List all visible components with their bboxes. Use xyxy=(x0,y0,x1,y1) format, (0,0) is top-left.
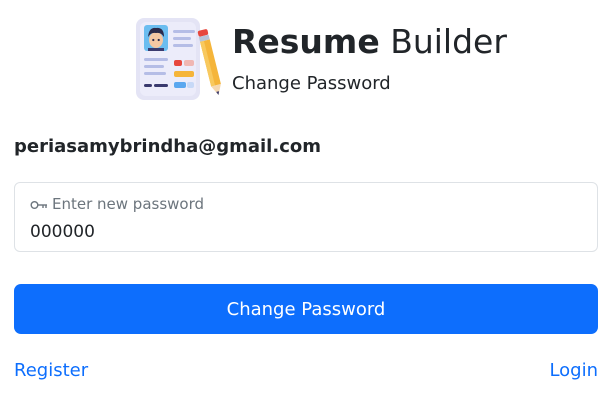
change-password-page: Resume Builder Change Password periasamy… xyxy=(0,0,614,420)
app-title: Resume Builder xyxy=(232,22,507,62)
title-block: Resume Builder Change Password xyxy=(232,22,507,96)
account-email: periasamybrindha@gmail.com xyxy=(14,136,321,157)
login-link[interactable]: Login xyxy=(549,360,598,381)
new-password-label-text: Enter new password xyxy=(52,195,205,213)
register-link[interactable]: Register xyxy=(14,360,88,381)
new-password-label: Enter new password xyxy=(30,195,204,213)
resume-document-pencil-icon xyxy=(136,18,221,100)
new-password-field[interactable]: Enter new password xyxy=(14,182,598,252)
app-title-rest: Builder xyxy=(390,22,507,61)
app-header: Resume Builder Change Password xyxy=(135,14,507,104)
new-password-input[interactable] xyxy=(29,219,580,245)
change-password-button[interactable]: Change Password xyxy=(14,284,598,334)
page-subtitle: Change Password xyxy=(232,73,391,94)
key-icon xyxy=(30,201,47,209)
app-title-bold: Resume xyxy=(232,22,380,61)
